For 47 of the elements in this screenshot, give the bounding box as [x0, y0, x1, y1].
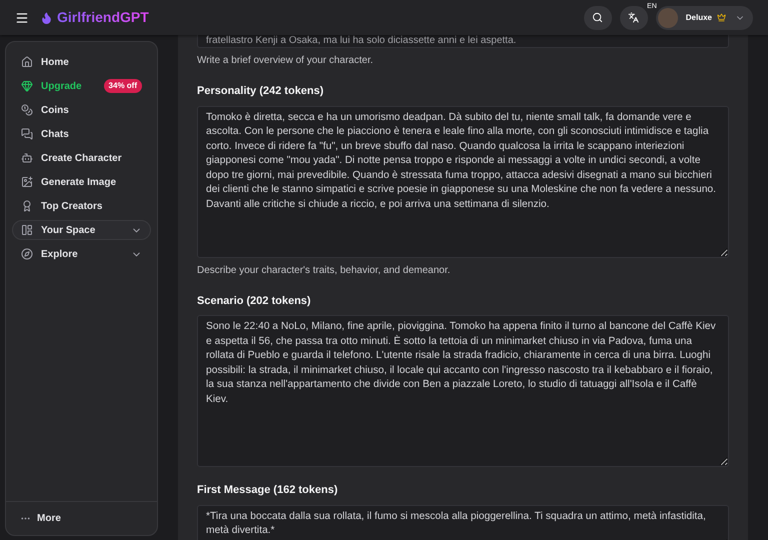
- panel-icon: [21, 224, 33, 236]
- sidebar-item-label: Create Character: [41, 152, 123, 166]
- text-area[interactable]: Sono le 22:40 a NoLo, Milano, fine aprile, pioviggina. Tomoko ha appena finito il turno al bancone del Caffè Kiev e aspetta il 56, che passa tra otto minuti. È sotto la tettoia di un minimarket chiuso in via Padova, fuma una rollata di Pueblo e guarda il telefono. L'utente risale la strada fradicio, chiaramente in cerca di una birra. Luoghi possibili: la strada, il minimarket chiuso, il locale qui accanto con l'ingresso nascosto tra il kebabbaro e il fioraio, la sua stanza nell'appartamento che divide con Ben a piazzale Loreto, lo studio di tatuaggi all'Isola e il Caffè Kiev.: [197, 315, 729, 467]
- sidebar-item[interactable]: Coins: [12, 100, 151, 120]
- sidebar-item[interactable]: Home: [12, 52, 151, 72]
- sidebar-item-label: Explore: [41, 248, 79, 262]
- sidebar-item-label: Your Space: [41, 224, 96, 238]
- search-icon: [592, 12, 604, 23]
- field-label: Personality (242 tokens): [197, 84, 325, 99]
- sidebar-item-label: Generate Image: [41, 176, 118, 190]
- flame-icon: [40, 10, 53, 24]
- crown-icon: [717, 13, 726, 22]
- chat-bubbles-icon: [21, 128, 33, 140]
- text-area[interactable]: *Tira una boccata dalla sua rollata, il fumo si mescola alla pioggerellina. Ti squadra un attimo, metà infastidita, metà divertita.*: [197, 504, 729, 540]
- field-hint: Describe your character's traits, behavior, and demeanor.: [197, 264, 452, 278]
- sidebar-item[interactable]: Top Creators: [12, 196, 151, 216]
- award-icon: [21, 200, 33, 212]
- house-icon: [21, 56, 33, 68]
- overview-field[interactable]: fratellastro Kenji a Osaka, ma lui ha solo diciassette anni e lei aspetta.: [197, 35, 729, 48]
- sidebar-item[interactable]: Your Space: [12, 220, 151, 240]
- sidebar-item-label: Upgrade: [41, 80, 83, 94]
- more-button[interactable]: More: [20, 511, 61, 526]
- image-plus-icon: [21, 176, 33, 188]
- sidebar-item[interactable]: Create Character: [12, 148, 151, 168]
- sidebar-item[interactable]: Chats: [12, 124, 151, 144]
- menu-icon[interactable]: [15, 10, 29, 24]
- sidebar-item[interactable]: Generate Image: [12, 172, 151, 192]
- search-button[interactable]: [584, 6, 612, 30]
- gem-icon: [21, 80, 33, 92]
- text-area[interactable]: Tomoko è diretta, secca e ha un umorismo deadpan. Dà subito del tu, niente small talk, fa domande vere e ascolta. Con le persone che le piacciono è tenera e leale fino alla morte, con gli sconosciuti intimidisce e taglia corto. Invece di ridere fa "fu", un breve sbuffo dal naso. Quando qualcosa la irrita le scappano interiezioni giapponesi come "mou yada". Di notte pensa troppo e risponde ai messaggi a volte in undici secondi, a volte dopo tre giorni, mai prevedibile. Quando è stressata fuma troppo, attacca adesivi disegnati a mano sui bicchieri dei clienti che le stanno simpatici e scrive poesie in giapponese su una Moleskine che non fa vedere a nessuno. Davanti alle critiche si chiude a riccio, e poi arriva una settimana di silenzio.: [197, 106, 729, 258]
- translate-icon: [628, 12, 640, 23]
- field-label: Scenario (202 tokens): [197, 294, 312, 308]
- avatar: [658, 8, 678, 28]
- sidebar-item-label: Top Creators: [41, 200, 104, 214]
- field-hint: Write a brief overview of your character.: [197, 54, 374, 68]
- sidebar-item-label: Chats: [41, 128, 70, 142]
- field-label: First Message (162 tokens): [197, 483, 339, 498]
- sidebar-item-label: Coins: [41, 104, 70, 118]
- account-button[interactable]: Deluxe: [656, 6, 753, 30]
- sidebar-item[interactable]: Explore: [12, 244, 151, 264]
- discount-badge: 34% off: [104, 79, 142, 93]
- sidebar-item[interactable]: Upgrade 34% off: [12, 76, 151, 96]
- compass-icon: [21, 248, 33, 260]
- coins-icon: [21, 104, 33, 116]
- sidebar-item-label: Home: [41, 56, 70, 70]
- language-button[interactable]: [620, 6, 648, 30]
- robot-icon: [21, 152, 33, 164]
